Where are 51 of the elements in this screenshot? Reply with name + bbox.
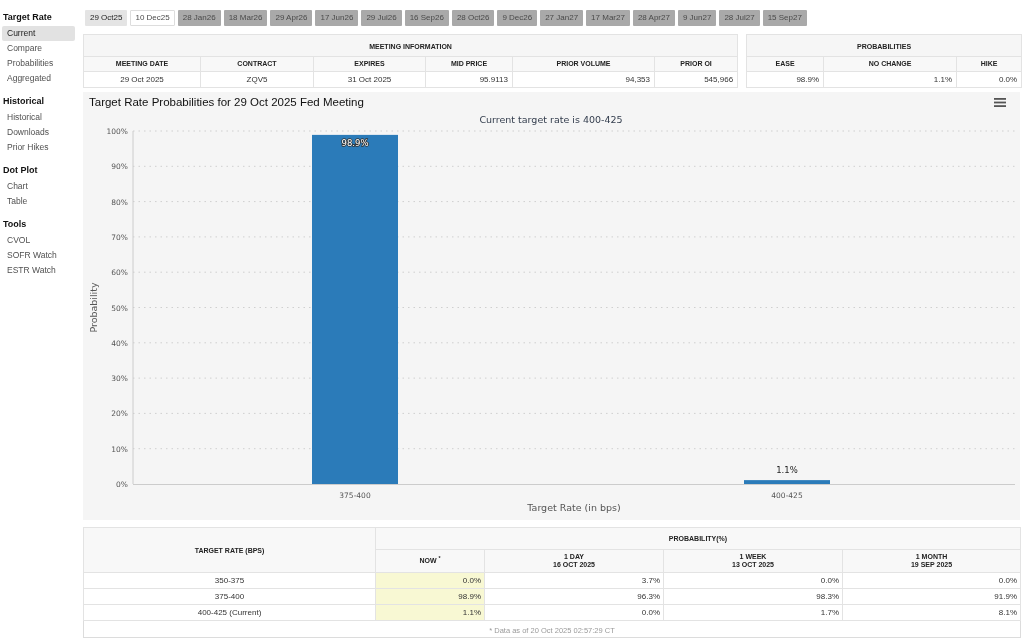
chart-subtitle: Current target rate is 400-425 [479, 114, 623, 125]
meeting-tab[interactable]: 17 Jun26 [315, 10, 359, 26]
sidebar-heading: Tools [2, 218, 27, 230]
table-cell: 98.9% [746, 71, 824, 88]
table-cell: 400-425 (Current) [83, 604, 376, 621]
sidebar-item[interactable]: Prior Hikes [2, 140, 75, 155]
meeting-tab[interactable]: 28 Apr27 [632, 10, 675, 26]
sidebar-item[interactable]: Current [2, 26, 75, 41]
sidebar-item[interactable]: ESTR Watch [2, 263, 75, 278]
meeting-tab[interactable]: 29 Jul26 [361, 10, 402, 26]
table-cell: 375-400 [83, 588, 376, 605]
sidebar-item[interactable]: Compare [2, 41, 75, 56]
meeting-tab[interactable]: 29 Oct25 [85, 10, 128, 26]
sidebar-item[interactable]: SOFR Watch [2, 248, 75, 263]
meeting-tab[interactable]: 28 Oct26 [451, 10, 495, 26]
sidebar-item[interactable]: Aggregated [2, 71, 75, 86]
meeting-tab[interactable]: 16 Sep26 [404, 10, 449, 26]
sidebar-item[interactable]: Historical [2, 110, 75, 125]
table-cell: 0.0% [956, 71, 1022, 88]
x-axis-title: Target Rate (in bps) [527, 502, 621, 513]
sidebar-item[interactable]: Chart [2, 179, 75, 194]
meeting-tab[interactable]: 17 Mar27 [586, 10, 630, 26]
sidebar-item[interactable]: Table [2, 194, 75, 209]
sidebar-heading: Target Rate [2, 11, 52, 23]
bar-value-label: 1.1% [776, 465, 798, 476]
sidebar-item[interactable]: CVOL [2, 233, 75, 248]
meeting-tab[interactable]: 27 Jan27 [540, 10, 584, 26]
meeting-tab[interactable]: 15 Sep27 [762, 10, 807, 26]
table-cell: 31 Oct 2025 [313, 71, 426, 88]
meeting-tab[interactable]: 10 Dec25 [130, 10, 175, 26]
meeting-tab[interactable]: 29 Apr26 [270, 10, 313, 26]
table-cell: 94,353 [512, 71, 655, 88]
meeting-tab[interactable]: 28 Jul27 [719, 10, 760, 26]
bar-value-label: 98.9% [341, 137, 369, 148]
table-cell: 545,966 [654, 71, 738, 88]
sidebar-heading: Historical [2, 95, 44, 107]
menu-icon[interactable] [994, 97, 1006, 107]
chart-title: Target Rate Probabilities for 29 Oct 2025 Fed Meeting [89, 95, 364, 109]
sidebar-item[interactable]: Downloads [2, 125, 75, 140]
meeting-tab[interactable]: 9 Jun27 [677, 10, 717, 26]
table-cell: ZQV5 [200, 71, 314, 88]
sidebar-heading: Dot Plot [2, 164, 38, 176]
meeting-tab[interactable]: 9 Dec26 [497, 10, 538, 26]
sidebar-item[interactable]: Probabilities [2, 56, 75, 71]
meeting-tab[interactable]: 28 Jan26 [177, 10, 221, 26]
table-cell: 95.9113 [425, 71, 513, 88]
table-cell: 1.1% [823, 71, 957, 88]
table-cell: 350-375 [83, 572, 376, 589]
table-cell: 29 Oct 2025 [83, 71, 201, 88]
meeting-tab[interactable]: 18 Mar26 [223, 10, 268, 26]
y-axis-title: Probability [88, 282, 99, 333]
